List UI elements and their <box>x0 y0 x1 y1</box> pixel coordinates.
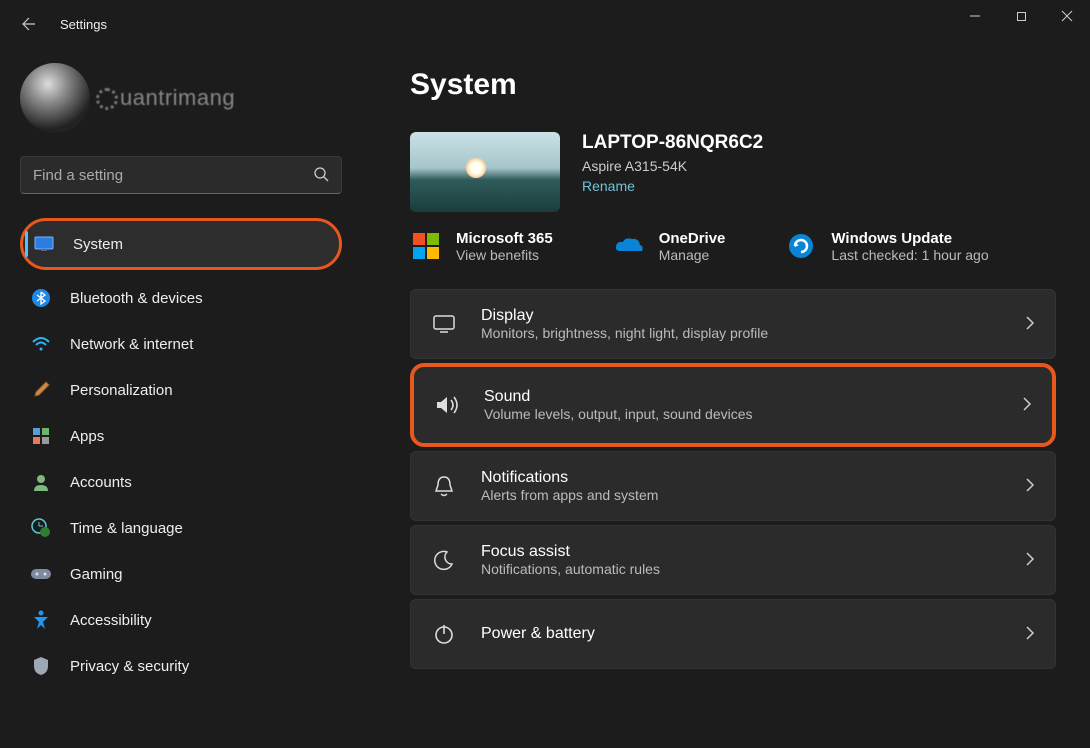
main-content: System LAPTOP-86NQR6C2 Aspire A315-54K R… <box>360 48 1090 748</box>
search-input[interactable] <box>33 167 313 184</box>
chevron-right-icon <box>1022 396 1032 415</box>
ms365-icon <box>410 230 442 262</box>
back-button[interactable] <box>8 4 48 44</box>
sidebar-item-label: Accounts <box>70 474 132 491</box>
tile-focus-assist[interactable]: Focus assist Notifications, automatic ru… <box>410 525 1056 595</box>
profile-block[interactable]: uantrimang <box>20 58 342 138</box>
sidebar-item-accessibility[interactable]: Accessibility <box>20 600 342 640</box>
bell-icon <box>431 474 457 498</box>
sidebar-item-accounts[interactable]: Accounts <box>20 462 342 502</box>
sidebar-item-time-language[interactable]: Time & language <box>20 508 342 548</box>
service-ms365[interactable]: Microsoft 365 View benefits <box>410 230 553 263</box>
update-icon <box>785 230 817 262</box>
service-onedrive[interactable]: OneDrive Manage <box>613 230 726 263</box>
settings-tiles: Display Monitors, brightness, night ligh… <box>410 289 1056 669</box>
chevron-right-icon <box>1025 477 1035 496</box>
service-row: Microsoft 365 View benefits OneDrive Man… <box>410 230 1056 263</box>
rename-link[interactable]: Rename <box>582 178 763 194</box>
window-controls <box>952 0 1090 32</box>
tile-title: Display <box>481 307 1001 325</box>
sidebar-item-gaming[interactable]: Gaming <box>20 554 342 594</box>
tile-sub: Alerts from apps and system <box>481 487 1001 503</box>
tile-sub: Monitors, brightness, night light, displ… <box>481 325 1001 341</box>
titlebar: Settings <box>0 0 1090 48</box>
search-box[interactable] <box>20 156 342 194</box>
chevron-right-icon <box>1025 551 1035 570</box>
brush-icon <box>30 379 52 401</box>
sidebar-item-label: Network & internet <box>70 336 193 353</box>
chevron-right-icon <box>1025 625 1035 644</box>
sidebar-item-label: Bluetooth & devices <box>70 290 203 307</box>
clock-globe-icon <box>30 517 52 539</box>
sidebar-item-label: Accessibility <box>70 612 152 629</box>
apps-icon <box>30 425 52 447</box>
avatar <box>20 63 90 133</box>
sidebar: uantrimang System Bluetooth & devices Ne… <box>0 48 360 748</box>
tile-sub: Volume levels, output, input, sound devi… <box>484 406 998 422</box>
sidebar-item-label: Privacy & security <box>70 658 189 675</box>
service-title: Microsoft 365 <box>456 230 553 247</box>
sidebar-item-label: Time & language <box>70 520 183 537</box>
close-button[interactable] <box>1044 0 1090 32</box>
watermark: uantrimang <box>96 85 235 111</box>
service-title: Windows Update <box>831 230 988 247</box>
tile-display[interactable]: Display Monitors, brightness, night ligh… <box>410 289 1056 359</box>
sidebar-item-label: System <box>73 236 123 253</box>
sidebar-item-apps[interactable]: Apps <box>20 416 342 456</box>
bluetooth-icon <box>30 287 52 309</box>
sidebar-item-label: Apps <box>70 428 104 445</box>
sound-icon <box>434 394 460 416</box>
sidebar-item-personalization[interactable]: Personalization <box>20 370 342 410</box>
page-title: System <box>410 68 1056 102</box>
tile-title: Notifications <box>481 469 1001 487</box>
device-wallpaper-thumb[interactable] <box>410 132 560 212</box>
sidebar-item-system[interactable]: System <box>20 218 342 270</box>
device-model: Aspire A315-54K <box>582 158 763 174</box>
device-name: LAPTOP-86NQR6C2 <box>582 132 763 154</box>
tile-sound[interactable]: Sound Volume levels, output, input, soun… <box>410 363 1056 447</box>
tile-notifications[interactable]: Notifications Alerts from apps and syste… <box>410 451 1056 521</box>
tile-sub: Notifications, automatic rules <box>481 561 1001 577</box>
sidebar-item-label: Gaming <box>70 566 123 583</box>
minimize-button[interactable] <box>952 0 998 32</box>
sidebar-item-privacy[interactable]: Privacy & security <box>20 646 342 686</box>
tile-power-battery[interactable]: Power & battery <box>410 599 1056 669</box>
accessibility-icon <box>30 609 52 631</box>
service-windows-update[interactable]: Windows Update Last checked: 1 hour ago <box>785 230 988 263</box>
wifi-icon <box>30 333 52 355</box>
gamepad-icon <box>30 563 52 585</box>
service-sub: View benefits <box>456 247 553 263</box>
sidebar-item-bluetooth[interactable]: Bluetooth & devices <box>20 278 342 318</box>
moon-icon <box>431 549 457 571</box>
power-icon <box>431 623 457 645</box>
monitor-icon <box>33 233 55 255</box>
sidebar-item-network[interactable]: Network & internet <box>20 324 342 364</box>
tile-title: Power & battery <box>481 625 1001 643</box>
person-icon <box>30 471 52 493</box>
sidebar-item-label: Personalization <box>70 382 173 399</box>
tile-title: Focus assist <box>481 543 1001 561</box>
service-title: OneDrive <box>659 230 726 247</box>
service-sub: Manage <box>659 247 726 263</box>
shield-icon <box>30 655 52 677</box>
app-title: Settings <box>60 17 107 32</box>
display-icon <box>431 314 457 334</box>
maximize-button[interactable] <box>998 0 1044 32</box>
onedrive-icon <box>613 230 645 262</box>
search-icon <box>313 166 329 185</box>
chevron-right-icon <box>1025 315 1035 334</box>
sidebar-nav: System Bluetooth & devices Network & int… <box>20 222 342 686</box>
service-sub: Last checked: 1 hour ago <box>831 247 988 263</box>
tile-title: Sound <box>484 388 998 406</box>
device-info: LAPTOP-86NQR6C2 Aspire A315-54K Rename <box>410 132 1056 212</box>
